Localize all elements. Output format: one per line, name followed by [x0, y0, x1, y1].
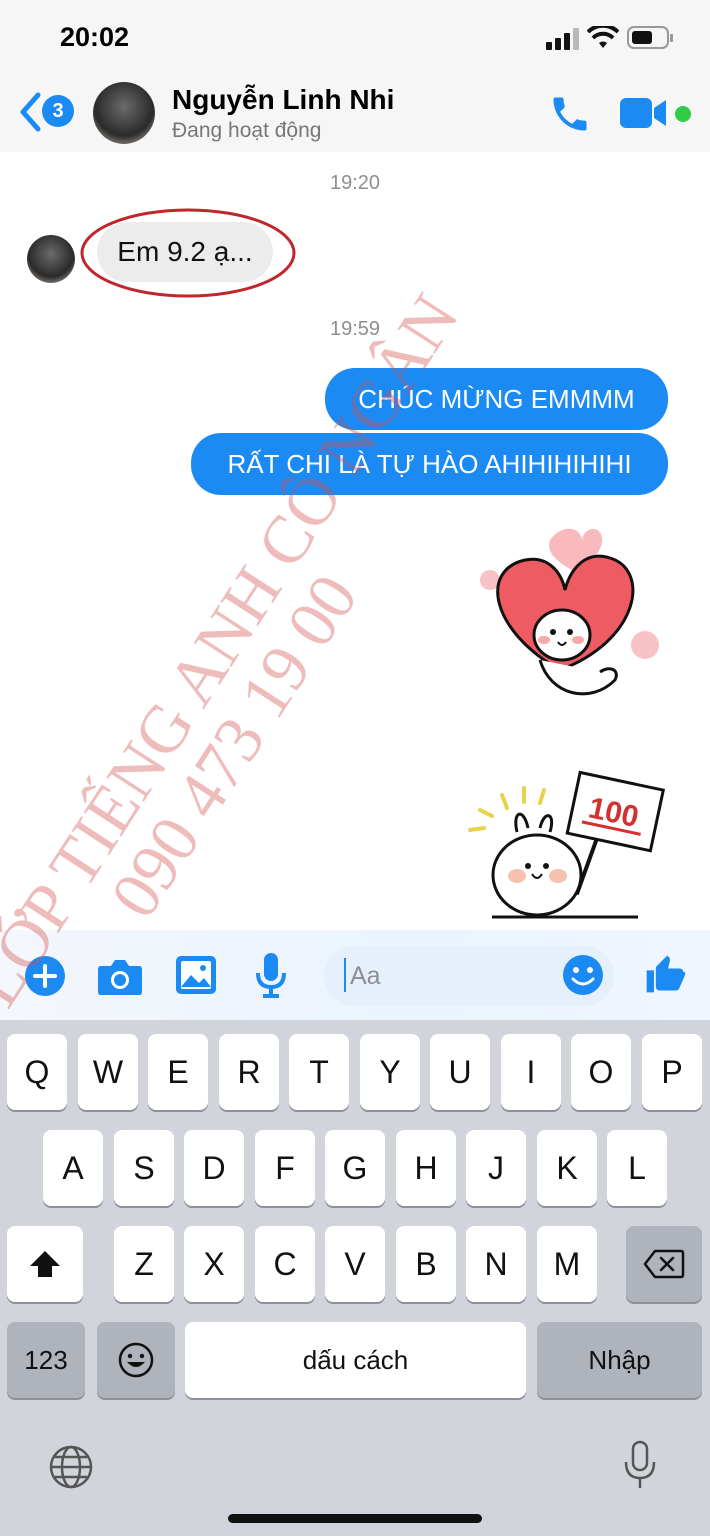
shift-key[interactable] — [7, 1226, 83, 1302]
key-u[interactable]: U — [430, 1034, 490, 1110]
outgoing-message-bubble[interactable]: CHÚC MỪNG EMMMM — [325, 368, 668, 430]
numbers-key[interactable]: 123 — [7, 1322, 85, 1398]
key-x[interactable]: X — [184, 1226, 244, 1302]
key-w[interactable]: W — [78, 1034, 138, 1110]
key-f[interactable]: F — [255, 1130, 315, 1206]
key-r[interactable]: R — [219, 1034, 279, 1110]
key-b[interactable]: B — [396, 1226, 456, 1302]
video-call-icon[interactable] — [620, 96, 668, 130]
home-indicator — [228, 1514, 482, 1523]
contact-name[interactable]: Nguyễn Linh Nhi — [172, 84, 394, 116]
key-m[interactable]: M — [537, 1226, 597, 1302]
key-y[interactable]: Y — [360, 1034, 420, 1110]
key-e[interactable]: E — [148, 1034, 208, 1110]
key-a[interactable]: A — [43, 1130, 103, 1206]
key-h[interactable]: H — [396, 1130, 456, 1206]
key-g[interactable]: G — [325, 1130, 385, 1206]
backspace-icon — [643, 1249, 685, 1279]
highlight-circle — [80, 208, 296, 298]
key-o[interactable]: O — [571, 1034, 631, 1110]
timestamp: 19:59 — [329, 318, 381, 340]
key-j[interactable]: J — [466, 1130, 526, 1206]
key-l[interactable]: L — [607, 1130, 667, 1206]
heart-bunny-sticker[interactable] — [470, 520, 670, 720]
unread-badge: 3 — [42, 95, 74, 127]
key-z[interactable]: Z — [114, 1226, 174, 1302]
phone-call-icon[interactable] — [548, 92, 592, 136]
key-q[interactable]: Q — [7, 1034, 67, 1110]
key-s[interactable]: S — [114, 1130, 174, 1206]
space-key[interactable]: dấu cách — [185, 1322, 526, 1398]
dictation-mic-icon[interactable] — [622, 1440, 658, 1490]
emoji-keyboard-key[interactable] — [97, 1322, 175, 1398]
timestamp: 19:20 — [329, 172, 381, 194]
backspace-key[interactable] — [626, 1226, 702, 1302]
signal-icon — [546, 28, 579, 50]
battery-icon — [627, 26, 673, 49]
return-key[interactable]: Nhập — [537, 1322, 702, 1398]
key-v[interactable]: V — [325, 1226, 385, 1302]
numbers-key-label: 123 — [24, 1344, 68, 1375]
chevron-left-icon — [20, 92, 41, 132]
back-button[interactable]: 3 — [18, 90, 78, 134]
camera-icon[interactable] — [97, 956, 143, 996]
image-gallery-icon[interactable] — [175, 955, 217, 995]
contact-status: Đang hoạt động — [172, 119, 322, 142]
sender-avatar — [27, 235, 75, 283]
text-caret — [344, 958, 346, 992]
emoji-icon[interactable] — [562, 954, 604, 996]
microphone-icon[interactable] — [254, 951, 288, 999]
status-time: 20:02 — [60, 22, 130, 52]
space-key-label: dấu cách — [302, 1344, 409, 1375]
outgoing-message-bubble[interactable]: RẤT CHI LÀ TỰ HÀO AHIHIHIHIHI — [191, 433, 668, 495]
key-k[interactable]: K — [537, 1130, 597, 1206]
globe-icon[interactable] — [48, 1444, 94, 1490]
key-i[interactable]: I — [501, 1034, 561, 1110]
contact-avatar[interactable] — [93, 82, 155, 144]
message-text: CHÚC MỪNG EMMMM — [358, 383, 635, 414]
message-text: RẤT CHI LÀ TỰ HÀO AHIHIHIHIHI — [227, 448, 632, 479]
shift-arrow-icon — [30, 1251, 60, 1277]
return-key-label: Nhập — [588, 1344, 651, 1375]
wifi-icon — [587, 26, 619, 48]
key-d[interactable]: D — [184, 1130, 244, 1206]
online-dot — [675, 106, 691, 122]
message-placeholder: Aa — [350, 962, 381, 990]
key-p[interactable]: P — [642, 1034, 702, 1110]
key-c[interactable]: C — [255, 1226, 315, 1302]
key-n[interactable]: N — [466, 1226, 526, 1302]
key-t[interactable]: T — [289, 1034, 349, 1110]
emoji-face-icon — [118, 1342, 154, 1378]
bunny-100-sticker[interactable]: 100 — [462, 770, 672, 925]
plus-icon[interactable] — [24, 955, 66, 997]
thumbs-up-icon[interactable] — [643, 952, 687, 996]
